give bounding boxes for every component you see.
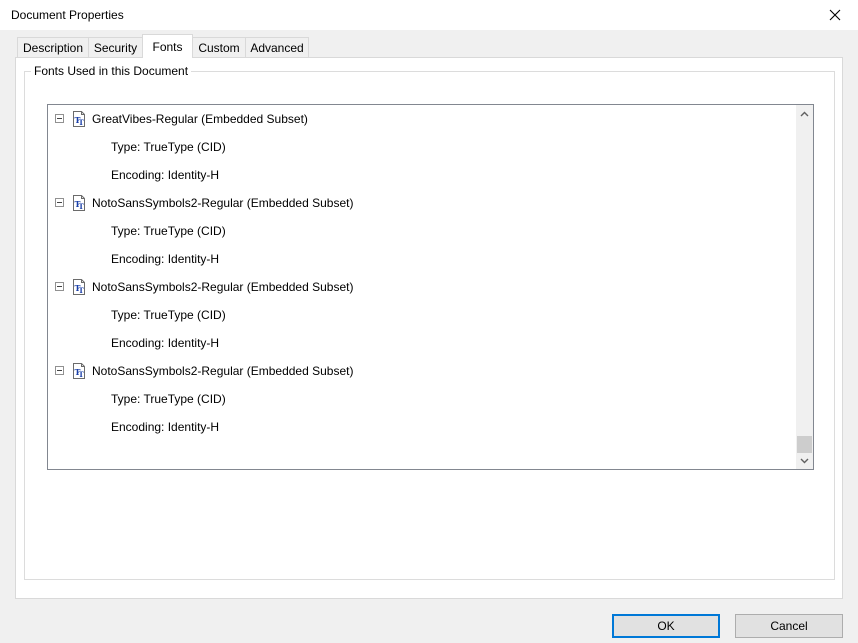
collapse-icon[interactable]	[55, 198, 64, 207]
tab-label: Security	[93, 40, 138, 55]
svg-text:T: T	[79, 370, 85, 379]
font-entry[interactable]: T T NotoSansSymbols2-Regular (Embedded S…	[48, 361, 796, 381]
tab-custom[interactable]: Custom	[192, 37, 246, 57]
font-type: Type: TrueType (CID)	[111, 140, 226, 154]
svg-text:T: T	[79, 118, 85, 127]
fonts-group-label: Fonts Used in this Document	[31, 64, 192, 78]
scrollbar-thumb[interactable]	[797, 436, 812, 453]
fonts-tree[interactable]: T T GreatVibes-Regular (Embedded Subset)…	[47, 104, 814, 470]
tab-label: Custom	[198, 40, 240, 55]
font-type: Type: TrueType (CID)	[111, 308, 226, 322]
scroll-up-button[interactable]	[796, 105, 813, 122]
font-type: Type: TrueType (CID)	[111, 224, 226, 238]
font-type: Type: TrueType (CID)	[111, 392, 226, 406]
cancel-button-label: Cancel	[770, 619, 808, 633]
cancel-button[interactable]: Cancel	[735, 614, 843, 638]
font-name: NotoSansSymbols2-Regular (Embedded Subse…	[92, 364, 354, 378]
scroll-down-button[interactable]	[796, 452, 813, 469]
font-file-icon: T T	[73, 363, 85, 379]
vertical-scrollbar[interactable]	[796, 105, 813, 469]
collapse-icon[interactable]	[55, 282, 64, 291]
tab-label: Description	[22, 40, 84, 55]
font-file-icon: T T	[73, 111, 85, 127]
tab-label: Fonts	[152, 39, 183, 54]
font-encoding: Encoding: Identity-H	[111, 420, 220, 434]
font-file-icon: T T	[73, 279, 85, 295]
tab-security[interactable]: Security	[88, 37, 143, 57]
tab-label: Advanced	[250, 40, 304, 55]
font-entry[interactable]: T T GreatVibes-Regular (Embedded Subset)	[48, 109, 796, 129]
tab-fonts[interactable]: Fonts	[142, 34, 193, 58]
svg-text:T: T	[79, 202, 85, 211]
fonts-group: Fonts Used in this Document T T GreatVib…	[24, 64, 835, 580]
ok-button-label: OK	[657, 619, 675, 633]
tab-description[interactable]: Description	[17, 37, 89, 57]
tab-advanced[interactable]: Advanced	[245, 37, 309, 57]
font-entry[interactable]: T T NotoSansSymbols2-Regular (Embedded S…	[48, 277, 796, 297]
font-file-icon: T T	[73, 195, 85, 211]
font-name: GreatVibes-Regular (Embedded Subset)	[92, 112, 308, 126]
svg-text:T: T	[79, 286, 85, 295]
close-icon	[829, 9, 841, 21]
window-title: Document Properties	[11, 8, 124, 22]
collapse-icon[interactable]	[55, 366, 64, 375]
font-entry[interactable]: T T NotoSansSymbols2-Regular (Embedded S…	[48, 193, 796, 213]
chevron-up-icon	[800, 111, 809, 116]
font-encoding: Encoding: Identity-H	[111, 336, 220, 350]
font-encoding: Encoding: Identity-H	[111, 168, 220, 182]
font-name: NotoSansSymbols2-Regular (Embedded Subse…	[92, 280, 354, 294]
ok-button[interactable]: OK	[612, 614, 720, 638]
font-name: NotoSansSymbols2-Regular (Embedded Subse…	[92, 196, 354, 210]
collapse-icon[interactable]	[55, 114, 64, 123]
close-button[interactable]	[812, 0, 858, 30]
chevron-down-icon	[800, 458, 809, 463]
fonts-tab-panel: Fonts Used in this Document T T GreatVib…	[15, 57, 843, 599]
font-encoding: Encoding: Identity-H	[111, 252, 220, 266]
title-bar: Document Properties	[0, 0, 858, 30]
